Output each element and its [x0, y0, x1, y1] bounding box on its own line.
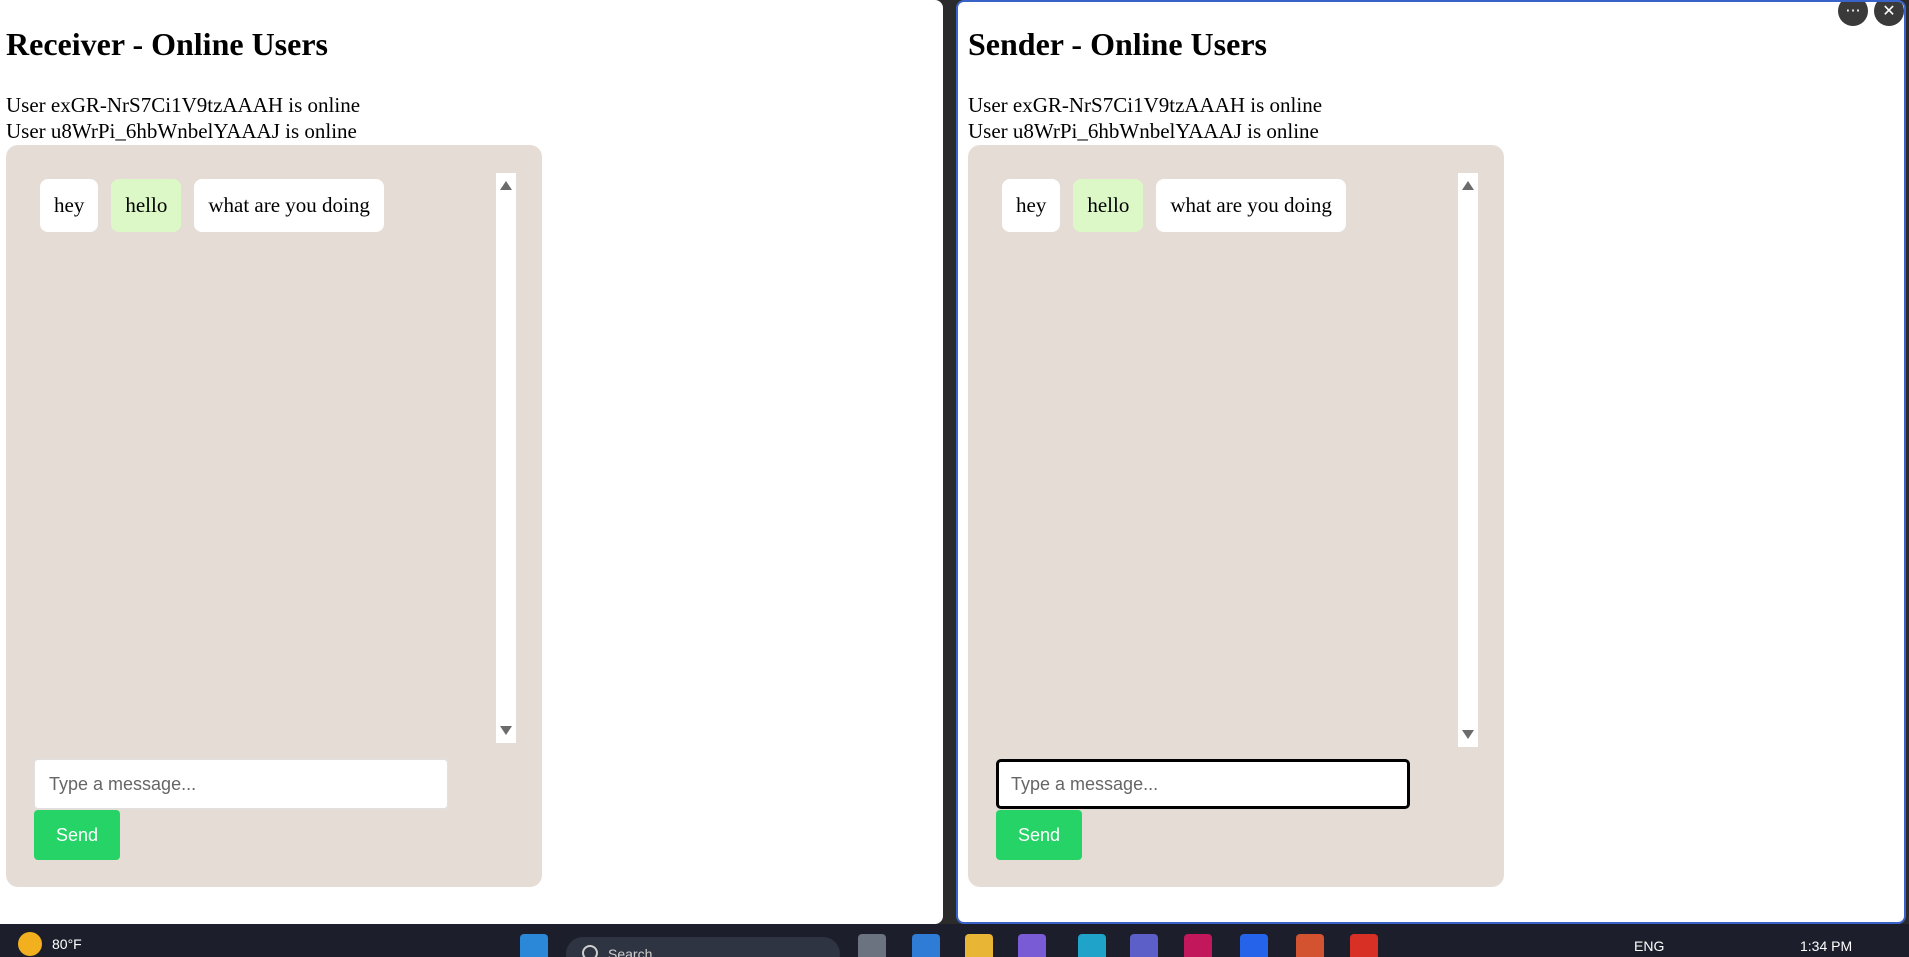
search-placeholder: Search: [608, 946, 653, 957]
teams-icon[interactable]: [1130, 934, 1158, 957]
message-bubble: hello: [111, 179, 182, 232]
weather-sun-icon: [18, 932, 42, 956]
receiver-page-title: Receiver - Online Users: [6, 26, 328, 62]
sender-page-title: Sender - Online Users: [968, 26, 1267, 62]
sender-chat-panel: hey hello what are you doing Send: [968, 145, 1504, 887]
app-icon[interactable]: [858, 934, 886, 957]
edge-browser-icon[interactable]: [1078, 934, 1106, 957]
send-button[interactable]: Send: [996, 810, 1082, 860]
chrome-icon[interactable]: [1350, 934, 1378, 957]
message-input[interactable]: [996, 759, 1410, 809]
message-bubble: hello: [1073, 179, 1144, 232]
app-icon[interactable]: [1240, 934, 1268, 957]
online-user-line: User exGR-NrS7Ci1V9tzAAAH is online: [968, 93, 1323, 117]
scroll-up-arrow-icon[interactable]: [500, 181, 512, 190]
powerpoint-icon[interactable]: [1296, 934, 1324, 957]
message-scrollbar[interactable]: [496, 173, 516, 743]
app-icon[interactable]: [1018, 934, 1046, 957]
weather-temperature: 80°F: [52, 936, 82, 952]
close-icon[interactable]: ✕: [1874, 2, 1904, 26]
taskbar: 80°F Search ENG 1:34 PM: [0, 924, 1909, 957]
system-clock[interactable]: 1:34 PM: [1800, 938, 1852, 954]
scroll-down-arrow-icon[interactable]: [500, 726, 512, 735]
receiver-message-list: hey hello what are you doing: [40, 179, 384, 232]
receiver-window: Receiver - Online Users User exGR-NrS7Ci…: [0, 0, 943, 924]
online-user-line: User exGR-NrS7Ci1V9tzAAAH is online: [6, 93, 361, 117]
message-bubble: what are you doing: [194, 179, 384, 232]
vscode-icon[interactable]: [912, 934, 940, 957]
intellij-icon[interactable]: [1184, 934, 1212, 957]
scroll-up-arrow-icon[interactable]: [1462, 181, 1474, 190]
weather-widget[interactable]: 80°F: [18, 932, 82, 956]
sender-online-users-list: User exGR-NrS7Ci1V9tzAAAH is online User…: [968, 92, 1322, 144]
message-bubble: what are you doing: [1156, 179, 1346, 232]
windows-start-icon[interactable]: [520, 934, 548, 957]
more-options-icon[interactable]: ···: [1838, 2, 1868, 26]
send-button[interactable]: Send: [34, 810, 120, 860]
online-user-line: User u8WrPi_6hbWnbelYAAAJ is online: [968, 119, 1319, 143]
online-user-line: User u8WrPi_6hbWnbelYAAAJ is online: [6, 119, 357, 143]
sender-message-list: hey hello what are you doing: [1002, 179, 1346, 232]
message-input[interactable]: [34, 759, 448, 809]
receiver-online-users-list: User exGR-NrS7Ci1V9tzAAAH is online User…: [6, 92, 360, 144]
file-explorer-icon[interactable]: [965, 934, 993, 957]
message-bubble: hey: [40, 179, 99, 232]
message-scrollbar[interactable]: [1458, 173, 1478, 747]
search-icon: [582, 945, 598, 957]
message-bubble: hey: [1002, 179, 1061, 232]
language-indicator[interactable]: ENG: [1634, 938, 1664, 954]
taskbar-search-box[interactable]: Search: [566, 937, 840, 957]
scroll-down-arrow-icon[interactable]: [1462, 730, 1474, 739]
sender-window: Sender - Online Users User exGR-NrS7Ci1V…: [956, 0, 1906, 924]
receiver-chat-panel: hey hello what are you doing Send: [6, 145, 542, 887]
